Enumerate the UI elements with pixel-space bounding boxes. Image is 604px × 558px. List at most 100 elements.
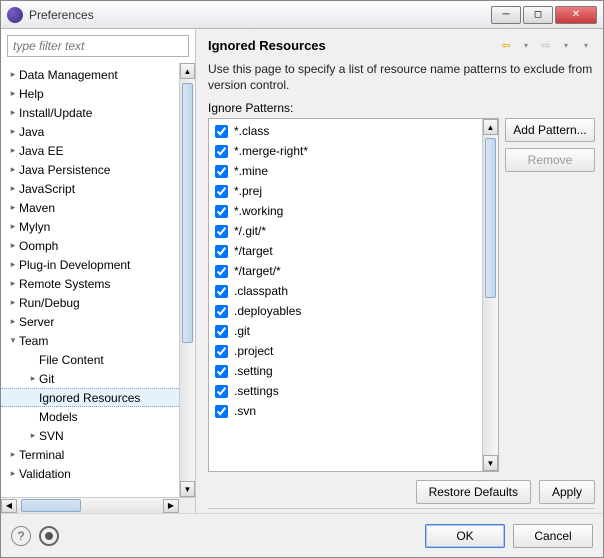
chevron-right-icon[interactable] bbox=[7, 88, 19, 99]
tree-item[interactable]: Java EE bbox=[1, 141, 179, 160]
chevron-right-icon[interactable] bbox=[7, 259, 19, 270]
tree-item[interactable]: Git bbox=[1, 369, 179, 388]
scroll-left-icon[interactable]: ◀ bbox=[1, 499, 17, 513]
pattern-checkbox[interactable] bbox=[215, 305, 228, 318]
patterns-listbox[interactable]: *.class*.merge-right**.mine*.prej*.worki… bbox=[208, 118, 499, 472]
maximize-button[interactable]: ◻ bbox=[523, 6, 553, 24]
minimize-button[interactable]: ─ bbox=[491, 6, 521, 24]
pattern-row[interactable]: *.prej bbox=[209, 181, 482, 201]
chevron-right-icon[interactable] bbox=[7, 221, 19, 232]
tree-item[interactable]: Models bbox=[1, 407, 179, 426]
cancel-button[interactable]: Cancel bbox=[513, 524, 593, 548]
scroll-thumb[interactable] bbox=[182, 83, 193, 343]
chevron-right-icon[interactable] bbox=[7, 297, 19, 308]
chevron-right-icon[interactable] bbox=[7, 126, 19, 137]
pattern-row[interactable]: */.git/* bbox=[209, 221, 482, 241]
tree-item[interactable]: Java bbox=[1, 122, 179, 141]
scroll-down-icon[interactable]: ▼ bbox=[483, 455, 498, 471]
chevron-right-icon[interactable] bbox=[7, 449, 19, 460]
tree-item[interactable]: Install/Update bbox=[1, 103, 179, 122]
chevron-right-icon[interactable] bbox=[7, 107, 19, 118]
chevron-right-icon[interactable] bbox=[7, 69, 19, 80]
forward-menu-icon[interactable]: ▾ bbox=[557, 37, 575, 53]
pattern-row[interactable]: *.working bbox=[209, 201, 482, 221]
pattern-row[interactable]: .project bbox=[209, 341, 482, 361]
filter-input[interactable] bbox=[7, 35, 189, 57]
view-menu-icon[interactable]: ▾ bbox=[577, 37, 595, 53]
pattern-checkbox[interactable] bbox=[215, 225, 228, 238]
pattern-checkbox[interactable] bbox=[215, 285, 228, 298]
pattern-row[interactable]: *.mine bbox=[209, 161, 482, 181]
chevron-right-icon[interactable] bbox=[7, 278, 19, 289]
pattern-row[interactable]: .git bbox=[209, 321, 482, 341]
back-icon[interactable]: ⇦ bbox=[497, 37, 515, 53]
chevron-right-icon[interactable] bbox=[7, 316, 19, 327]
apply-button[interactable]: Apply bbox=[539, 480, 595, 504]
pattern-checkbox[interactable] bbox=[215, 145, 228, 158]
pattern-row[interactable]: .settings bbox=[209, 381, 482, 401]
pattern-row[interactable]: *.class bbox=[209, 121, 482, 141]
pattern-row[interactable]: *.merge-right* bbox=[209, 141, 482, 161]
scroll-up-icon[interactable]: ▲ bbox=[180, 63, 195, 79]
chevron-right-icon[interactable] bbox=[7, 183, 19, 194]
tree-item[interactable]: Oomph bbox=[1, 236, 179, 255]
list-vscrollbar[interactable]: ▲ ▼ bbox=[482, 119, 498, 471]
pattern-checkbox[interactable] bbox=[215, 365, 228, 378]
tree-item[interactable]: Validation bbox=[1, 464, 179, 483]
help-icon[interactable]: ? bbox=[11, 526, 31, 546]
pattern-checkbox[interactable] bbox=[215, 165, 228, 178]
pattern-checkbox[interactable] bbox=[215, 265, 228, 278]
preferences-tree[interactable]: Data ManagementHelpInstall/UpdateJavaJav… bbox=[1, 63, 179, 497]
pattern-row[interactable]: */target/* bbox=[209, 261, 482, 281]
chevron-right-icon[interactable] bbox=[7, 164, 19, 175]
tree-item[interactable]: Help bbox=[1, 84, 179, 103]
restore-defaults-button[interactable]: Restore Defaults bbox=[416, 480, 531, 504]
tree-item[interactable]: Server bbox=[1, 312, 179, 331]
tree-item[interactable]: Maven bbox=[1, 198, 179, 217]
chevron-right-icon[interactable] bbox=[27, 430, 39, 441]
tree-vscrollbar[interactable]: ▲ ▼ bbox=[179, 63, 195, 497]
chevron-right-icon[interactable] bbox=[7, 468, 19, 479]
tree-item[interactable]: Remote Systems bbox=[1, 274, 179, 293]
pattern-checkbox[interactable] bbox=[215, 245, 228, 258]
record-icon[interactable] bbox=[39, 526, 59, 546]
close-button[interactable]: ✕ bbox=[555, 6, 597, 24]
tree-item[interactable]: Run/Debug bbox=[1, 293, 179, 312]
scroll-up-icon[interactable]: ▲ bbox=[483, 119, 498, 135]
tree-item[interactable]: Java Persistence bbox=[1, 160, 179, 179]
forward-icon[interactable]: ⇨ bbox=[537, 37, 555, 53]
tree-item[interactable]: Plug-in Development bbox=[1, 255, 179, 274]
tree-item[interactable]: SVN bbox=[1, 426, 179, 445]
scroll-track[interactable] bbox=[483, 135, 498, 455]
pattern-row[interactable]: .deployables bbox=[209, 301, 482, 321]
pattern-checkbox[interactable] bbox=[215, 345, 228, 358]
chevron-right-icon[interactable] bbox=[7, 202, 19, 213]
chevron-right-icon[interactable] bbox=[7, 145, 19, 156]
scroll-thumb[interactable] bbox=[485, 138, 496, 298]
scroll-down-icon[interactable]: ▼ bbox=[180, 481, 195, 497]
pattern-checkbox[interactable] bbox=[215, 325, 228, 338]
tree-item[interactable]: Ignored Resources bbox=[1, 388, 179, 407]
pattern-checkbox[interactable] bbox=[215, 125, 228, 138]
chevron-right-icon[interactable] bbox=[7, 240, 19, 251]
remove-button[interactable]: Remove bbox=[505, 148, 595, 172]
tree-item[interactable]: Data Management bbox=[1, 65, 179, 84]
pattern-row[interactable]: .svn bbox=[209, 401, 482, 421]
hscroll-thumb[interactable] bbox=[21, 499, 81, 512]
back-menu-icon[interactable]: ▾ bbox=[517, 37, 535, 53]
tree-item[interactable]: Mylyn bbox=[1, 217, 179, 236]
scroll-right-icon[interactable]: ▶ bbox=[163, 499, 179, 513]
chevron-down-icon[interactable] bbox=[7, 335, 19, 346]
pattern-row[interactable]: .classpath bbox=[209, 281, 482, 301]
pattern-checkbox[interactable] bbox=[215, 405, 228, 418]
pattern-checkbox[interactable] bbox=[215, 185, 228, 198]
tree-item[interactable]: Team bbox=[1, 331, 179, 350]
pattern-checkbox[interactable] bbox=[215, 205, 228, 218]
add-pattern-button[interactable]: Add Pattern... bbox=[505, 118, 595, 142]
pattern-row[interactable]: .setting bbox=[209, 361, 482, 381]
pattern-row[interactable]: */target bbox=[209, 241, 482, 261]
tree-hscrollbar[interactable]: ◀ ▶ bbox=[1, 498, 179, 513]
tree-item[interactable]: JavaScript bbox=[1, 179, 179, 198]
pattern-checkbox[interactable] bbox=[215, 385, 228, 398]
ok-button[interactable]: OK bbox=[425, 524, 505, 548]
